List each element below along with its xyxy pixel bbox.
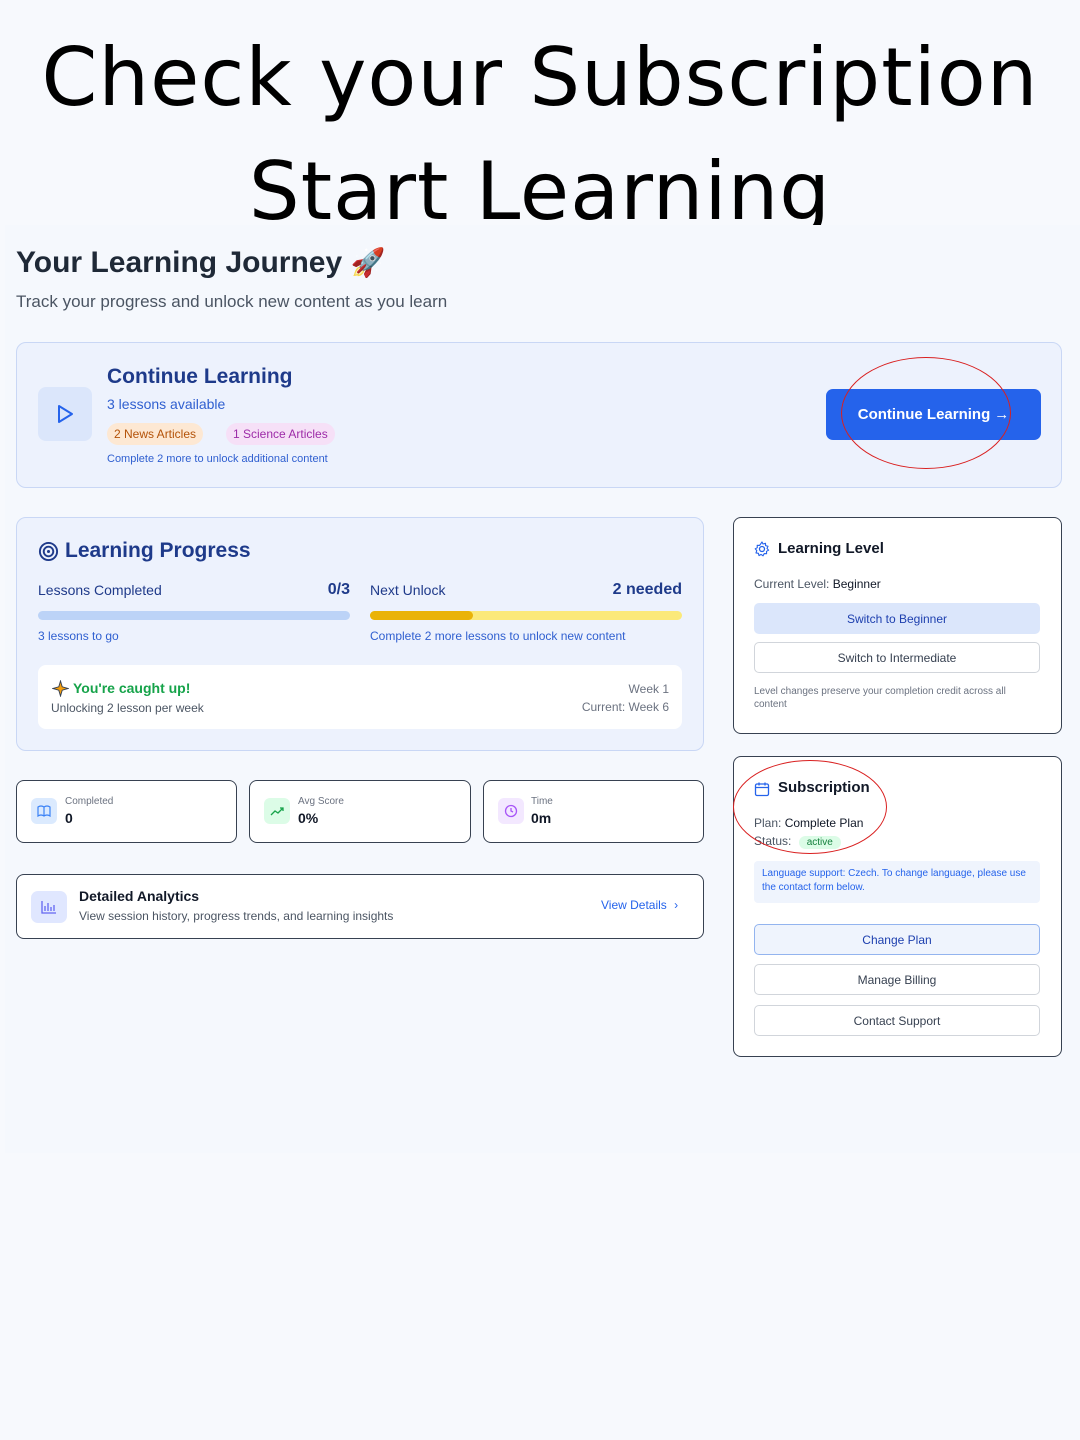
current-level-value: Beginner <box>832 577 881 591</box>
calendar-icon <box>754 781 770 802</box>
rocket-icon: 🚀 <box>350 247 386 278</box>
unlock-progress-bar <box>370 611 682 620</box>
current-level: Current Level: Beginner <box>754 577 881 591</box>
play-icon <box>38 387 92 441</box>
lessons-available: 3 lessons available <box>107 396 226 412</box>
level-note: Level changes preserve your completion c… <box>754 686 1006 710</box>
next-unlock-label: Next Unlock <box>370 582 446 598</box>
stat-value-avg-score: 0% <box>298 810 319 826</box>
continue-learning-button[interactable]: Continue Learning → <box>826 389 1041 440</box>
switch-to-intermediate-button[interactable]: Switch to Intermediate <box>754 642 1040 673</box>
unlock-note: Complete 2 more to unlock additional con… <box>107 453 328 465</box>
book-icon <box>31 798 57 824</box>
stat-label-time: Time <box>531 796 553 807</box>
page-title: Your Learning Journey 🚀 <box>16 246 385 280</box>
learning-level-title: Learning Level <box>778 540 884 557</box>
target-icon <box>38 541 59 567</box>
lessons-completed-value: 0/3 <box>327 581 350 598</box>
continue-learning-title: Continue Learning <box>107 365 293 388</box>
language-support-note: Language support: Czech. To change langu… <box>754 861 1040 903</box>
clock-icon <box>498 798 524 824</box>
sparkle-icon <box>51 679 70 702</box>
stat-value-time: 0m <box>531 810 552 826</box>
week-label: Week 1 <box>628 682 669 696</box>
continue-learning-button-label: Continue Learning <box>857 406 991 423</box>
status-label: Status: <box>754 834 792 848</box>
news-articles-badge: 2 News Articles <box>107 423 204 445</box>
gear-icon <box>754 541 770 562</box>
caught-up-title: You're caught up! <box>73 680 191 696</box>
bar-chart-icon <box>31 891 67 923</box>
caught-up-panel <box>38 665 682 729</box>
page-subtitle: Track your progress and unlock new conte… <box>16 292 448 311</box>
next-unlock-note: Complete 2 more lessons to unlock new co… <box>370 629 626 643</box>
current-week: Current: Week 6 <box>581 700 669 714</box>
arrow-right-icon: → <box>994 406 1010 423</box>
view-details-link[interactable]: View Details › <box>601 898 678 912</box>
stat-label-completed: Completed <box>65 796 114 807</box>
view-details-label: View Details <box>601 898 667 912</box>
page-title-text: Your Learning Journey <box>16 246 343 279</box>
lessons-completed-label: Lessons Completed <box>38 582 162 598</box>
caught-up-subtitle: Unlocking 2 lesson per week <box>51 701 204 715</box>
status-line: Status: active <box>754 834 841 849</box>
change-plan-button[interactable]: Change Plan <box>754 924 1040 955</box>
learning-progress-title: Learning Progress <box>65 539 251 562</box>
current-level-label: Current Level: <box>754 577 830 591</box>
contact-support-button[interactable]: Contact Support <box>754 1005 1040 1036</box>
manage-billing-button[interactable]: Manage Billing <box>754 964 1040 995</box>
trend-up-icon <box>264 798 290 824</box>
plan-label: Plan: <box>754 816 782 830</box>
science-articles-badge: 1 Science Articles <box>226 423 335 445</box>
stat-value-completed: 0 <box>65 810 73 826</box>
lessons-progress-bar <box>38 611 350 620</box>
headline-line-1: Check your Subscription <box>41 31 1039 124</box>
unlock-progress-fill <box>370 611 473 620</box>
analytics-title: Detailed Analytics <box>79 888 200 904</box>
chevron-right-icon: › <box>674 898 679 912</box>
plan-value: Complete Plan <box>784 816 864 830</box>
analytics-subtitle: View session history, progress trends, a… <box>79 909 394 923</box>
plan-line: Plan: Complete Plan <box>754 816 863 830</box>
subscription-title: Subscription <box>778 779 870 796</box>
headline-line-2: Start Learning <box>248 145 832 238</box>
lessons-to-go: 3 lessons to go <box>38 629 119 643</box>
next-unlock-value: 2 needed <box>612 581 682 598</box>
status-badge: active <box>798 836 841 849</box>
switch-to-beginner-button[interactable]: Switch to Beginner <box>754 603 1040 634</box>
stat-label-avg-score: Avg Score <box>298 796 344 807</box>
